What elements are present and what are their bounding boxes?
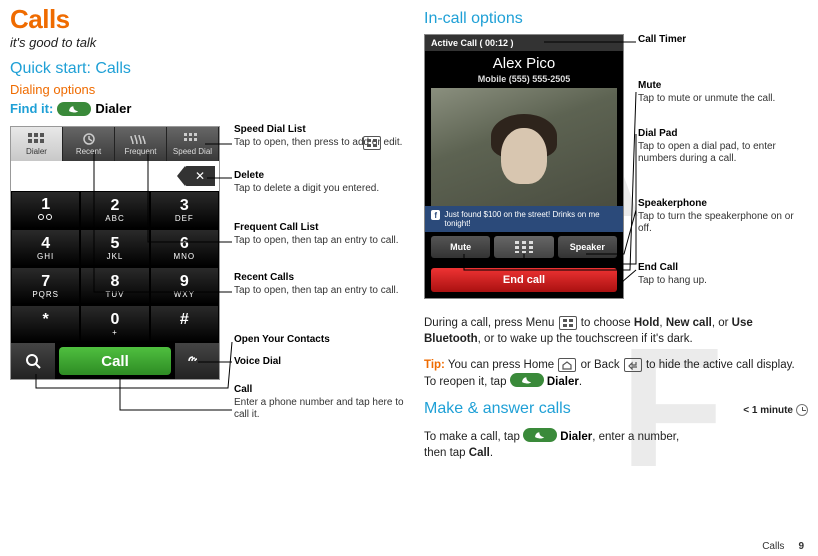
callout-dialpad-body: Tap to open a dial pad, to enter numbers… — [638, 141, 808, 166]
tab-speeddial-label: Speed Dial — [173, 147, 212, 156]
callout-delete-title: Delete — [234, 170, 404, 183]
mute-button[interactable]: Mute — [431, 236, 490, 258]
callout-timer-title: Call Timer — [638, 34, 808, 47]
find-it-label: Find it: — [10, 101, 53, 116]
key-star[interactable]: * — [11, 305, 80, 343]
tab-recent[interactable]: Recent — [63, 127, 115, 161]
key-2[interactable]: 2ABC — [80, 191, 149, 229]
social-status-text: Just found $100 on the street! Drinks on… — [444, 210, 617, 228]
speaker-button[interactable]: Speaker — [558, 236, 617, 258]
callout-frequent-title: Frequent Call List — [234, 222, 404, 235]
tip-paragraph: Tip: You can press Home or Back to hide … — [424, 357, 808, 390]
during-call-paragraph: During a call, press Menu to choose Hold… — [424, 315, 808, 347]
incall-options-heading: In-call options — [424, 10, 808, 28]
key-1[interactable]: 1 — [11, 191, 80, 229]
social-status-bar: f Just found $100 on the street! Drinks … — [425, 206, 623, 232]
dialer-pill-icon — [57, 102, 91, 116]
key-8[interactable]: 8TUV — [80, 267, 149, 305]
dialing-options-heading: Dialing options — [10, 82, 408, 97]
key-4[interactable]: 4GHI — [11, 229, 80, 267]
callout-endcall-body: Tap to hang up. — [638, 275, 808, 288]
find-it-dialer-label: Dialer — [95, 101, 131, 116]
call-button[interactable]: Call — [59, 347, 171, 375]
tab-dialer-label: Dialer — [26, 147, 47, 156]
callout-endcall-title: End Call — [638, 262, 808, 275]
key-3[interactable]: 3DEF — [150, 191, 219, 229]
key-hash[interactable]: # — [150, 305, 219, 343]
tab-speeddial[interactable]: Speed Dial — [167, 127, 219, 161]
callout-speaker-title: Speakerphone — [638, 198, 808, 211]
caller-number: Mobile (555) 555-2505 — [425, 74, 623, 88]
back-icon — [624, 358, 642, 372]
callout-call-body: Enter a phone number and tap here to cal… — [234, 397, 404, 422]
end-call-button[interactable]: End call — [431, 268, 617, 292]
callout-dialpad-title: Dial Pad — [638, 128, 808, 141]
home-icon — [558, 358, 576, 372]
dialpad-button[interactable] — [494, 236, 553, 258]
time-estimate: < 1 minute — [743, 404, 808, 416]
dialer-screenshot: Dialer Recent Frequent Speed Dial — [10, 126, 220, 380]
key-7[interactable]: 7PQRS — [11, 267, 80, 305]
key-6[interactable]: 6MNO — [150, 229, 219, 267]
menu-icon — [363, 136, 381, 150]
make-call-paragraph: To make a call, tap Dialer, enter a numb… — [424, 428, 684, 461]
clock-icon — [796, 404, 808, 416]
voice-dial-button[interactable] — [175, 343, 219, 379]
callout-speeddial-title: Speed Dial List — [234, 124, 404, 137]
callout-speaker-body: Tap to turn the speakerphone on or off. — [638, 211, 808, 236]
page-subtitle: it's good to talk — [10, 35, 408, 50]
callout-contacts-title: Open Your Contacts — [234, 334, 404, 347]
menu-icon — [559, 316, 577, 330]
contacts-button[interactable] — [11, 343, 55, 379]
callout-mute-body: Tap to mute or unmute the call. — [638, 93, 808, 106]
page-title: Calls — [10, 4, 408, 35]
caller-name: Alex Pico — [425, 51, 623, 74]
callout-mute-title: Mute — [638, 80, 808, 93]
key-5[interactable]: 5JKL — [80, 229, 149, 267]
key-0[interactable]: 0+ — [80, 305, 149, 343]
find-it-row: Find it: Dialer — [10, 101, 408, 116]
active-call-bar: Active Call ( 00:12 ) — [425, 35, 623, 51]
page-footer: Calls9 — [762, 541, 804, 552]
tab-frequent-label: Frequent — [124, 147, 156, 156]
tab-frequent[interactable]: Frequent — [115, 127, 167, 161]
dialer-pill-icon — [523, 428, 557, 442]
quickstart-heading: Quick start: Calls — [10, 60, 408, 78]
callout-call-title: Call — [234, 384, 404, 397]
callout-frequent-body: Tap to open, then tap an entry to call. — [234, 235, 404, 248]
dialer-pill-icon — [510, 373, 544, 387]
callout-voicedial-title: Voice Dial — [234, 356, 404, 369]
tab-dialer[interactable]: Dialer — [11, 127, 63, 161]
facebook-icon: f — [431, 210, 440, 220]
callout-recent-title: Recent Calls — [234, 272, 404, 285]
incall-screenshot: Active Call ( 00:12 ) Alex Pico Mobile (… — [424, 34, 624, 299]
delete-button[interactable]: ✕ — [185, 166, 215, 186]
callout-delete-body: Tap to delete a digit you entered. — [234, 183, 404, 196]
callout-recent-body: Tap to open, then tap an entry to call. — [234, 285, 404, 298]
tab-recent-label: Recent — [76, 147, 101, 156]
caller-photo — [431, 88, 617, 206]
key-9[interactable]: 9WXY — [150, 267, 219, 305]
